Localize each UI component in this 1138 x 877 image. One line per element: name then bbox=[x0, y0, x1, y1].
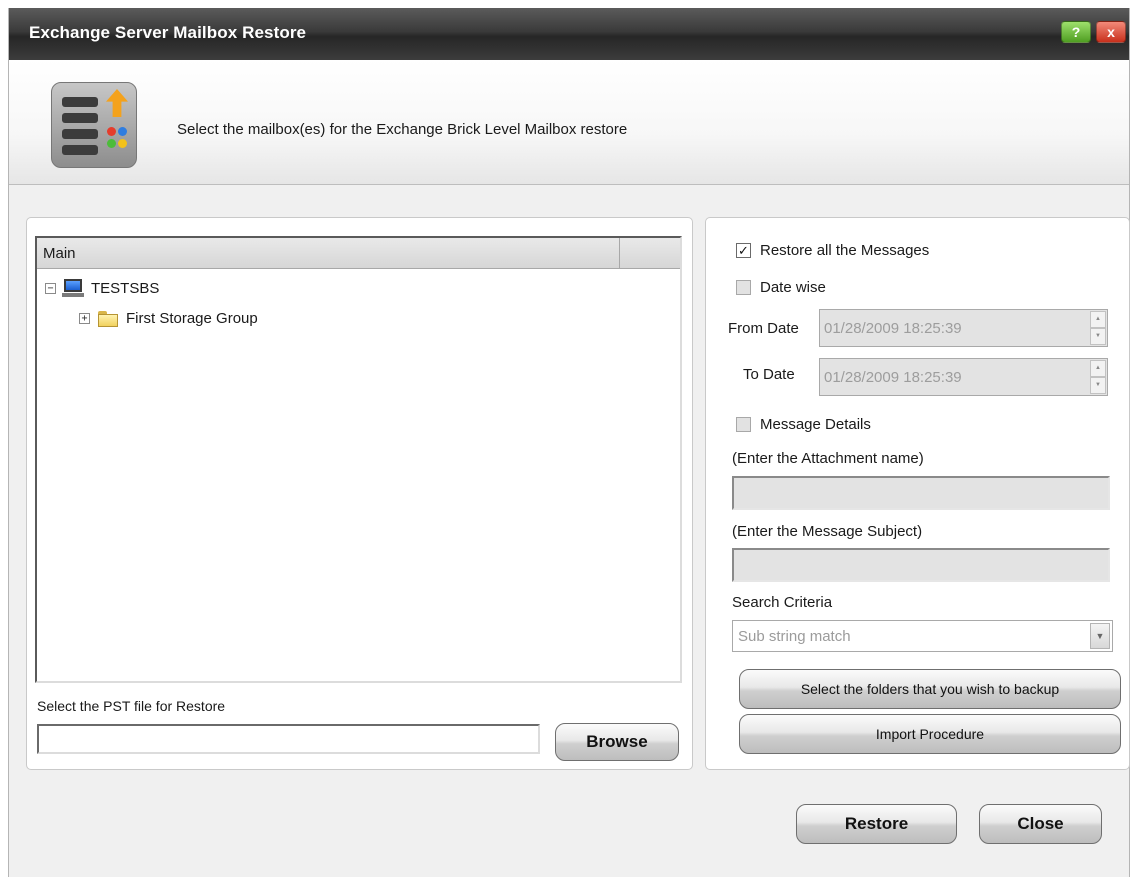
attachment-name-input[interactable] bbox=[732, 476, 1110, 510]
window-title: Exchange Server Mailbox Restore bbox=[29, 23, 307, 42]
restore-button[interactable]: Restore bbox=[796, 804, 957, 844]
spin-down-icon[interactable]: ▼ bbox=[1090, 328, 1106, 345]
message-subject-label: (Enter the Message Subject) bbox=[732, 523, 923, 540]
tree-header: Main bbox=[37, 238, 680, 269]
header-banner: Select the mailbox(es) for the Exchange … bbox=[9, 60, 1129, 185]
from-date-label: From Date bbox=[728, 320, 799, 337]
restore-options-panel: ✓ Restore all the Messages Date wise Fro… bbox=[705, 217, 1130, 770]
tree-column-main[interactable]: Main bbox=[37, 238, 620, 268]
tree-item-first-storage-group[interactable]: + First Storage Group bbox=[79, 310, 258, 327]
chevron-down-icon[interactable]: ▼ bbox=[1090, 623, 1110, 649]
browse-button[interactable]: Browse bbox=[555, 723, 679, 761]
select-folders-button[interactable]: Select the folders that you wish to back… bbox=[739, 669, 1121, 709]
close-window-button[interactable]: x bbox=[1096, 21, 1126, 43]
expand-icon[interactable]: + bbox=[79, 313, 90, 324]
spin-up-icon[interactable]: ▲ bbox=[1090, 311, 1106, 328]
dialog-window: Exchange Server Mailbox Restore ? x Sele… bbox=[8, 8, 1130, 877]
search-criteria-select[interactable]: Sub string match ▼ bbox=[732, 620, 1113, 652]
help-button[interactable]: ? bbox=[1061, 21, 1091, 43]
from-date-spinner[interactable]: ▲ ▼ bbox=[1090, 311, 1106, 345]
date-wise-label: Date wise bbox=[760, 279, 826, 296]
to-date-spinner[interactable]: ▲ ▼ bbox=[1090, 360, 1106, 394]
from-date-value: 01/28/2009 18:25:39 bbox=[824, 320, 962, 337]
help-icon: ? bbox=[1071, 24, 1081, 40]
tree-item-label: First Storage Group bbox=[126, 310, 258, 327]
to-date-field[interactable]: 01/28/2009 18:25:39 ▲ ▼ bbox=[819, 358, 1108, 396]
restore-all-checkbox[interactable]: ✓ Restore all the Messages bbox=[736, 242, 929, 259]
close-icon: x bbox=[1107, 24, 1115, 40]
checkbox-box[interactable] bbox=[736, 280, 751, 295]
spin-up-icon[interactable]: ▲ bbox=[1090, 360, 1106, 377]
tree-item-label: TESTSBS bbox=[91, 279, 160, 297]
from-date-field[interactable]: 01/28/2009 18:25:39 ▲ ▼ bbox=[819, 309, 1108, 347]
title-bar: Exchange Server Mailbox Restore ? x bbox=[9, 8, 1129, 60]
search-criteria-value: Sub string match bbox=[738, 628, 851, 645]
import-procedure-button[interactable]: Import Procedure bbox=[739, 714, 1121, 754]
close-button[interactable]: Close bbox=[979, 804, 1102, 844]
mailbox-panel: Main − TESTSBS + First Storage Group Sel… bbox=[26, 217, 693, 770]
date-wise-checkbox[interactable]: Date wise bbox=[736, 279, 826, 296]
search-criteria-label: Search Criteria bbox=[732, 594, 833, 611]
check-icon[interactable]: ✓ bbox=[736, 243, 751, 258]
tree-item-testsbs[interactable]: − TESTSBS bbox=[45, 278, 159, 298]
pst-file-label: Select the PST file for Restore bbox=[37, 698, 226, 714]
banner-instruction: Select the mailbox(es) for the Exchange … bbox=[177, 121, 628, 138]
mailbox-tree[interactable]: Main − TESTSBS + First Storage Group bbox=[35, 236, 682, 683]
computer-icon bbox=[62, 278, 84, 298]
message-details-label: Message Details bbox=[760, 416, 871, 433]
message-details-checkbox[interactable]: Message Details bbox=[736, 416, 871, 433]
spin-down-icon[interactable]: ▼ bbox=[1090, 377, 1106, 394]
to-date-label: To Date bbox=[743, 366, 795, 383]
folder-icon bbox=[98, 310, 118, 327]
server-restore-icon bbox=[51, 82, 137, 168]
pst-file-input[interactable] bbox=[37, 724, 540, 754]
attachment-name-label: (Enter the Attachment name) bbox=[732, 450, 924, 467]
message-subject-input[interactable] bbox=[732, 548, 1110, 582]
collapse-icon[interactable]: − bbox=[45, 282, 56, 294]
restore-all-label: Restore all the Messages bbox=[760, 242, 930, 259]
checkbox-box[interactable] bbox=[736, 417, 751, 432]
to-date-value: 01/28/2009 18:25:39 bbox=[824, 369, 962, 386]
